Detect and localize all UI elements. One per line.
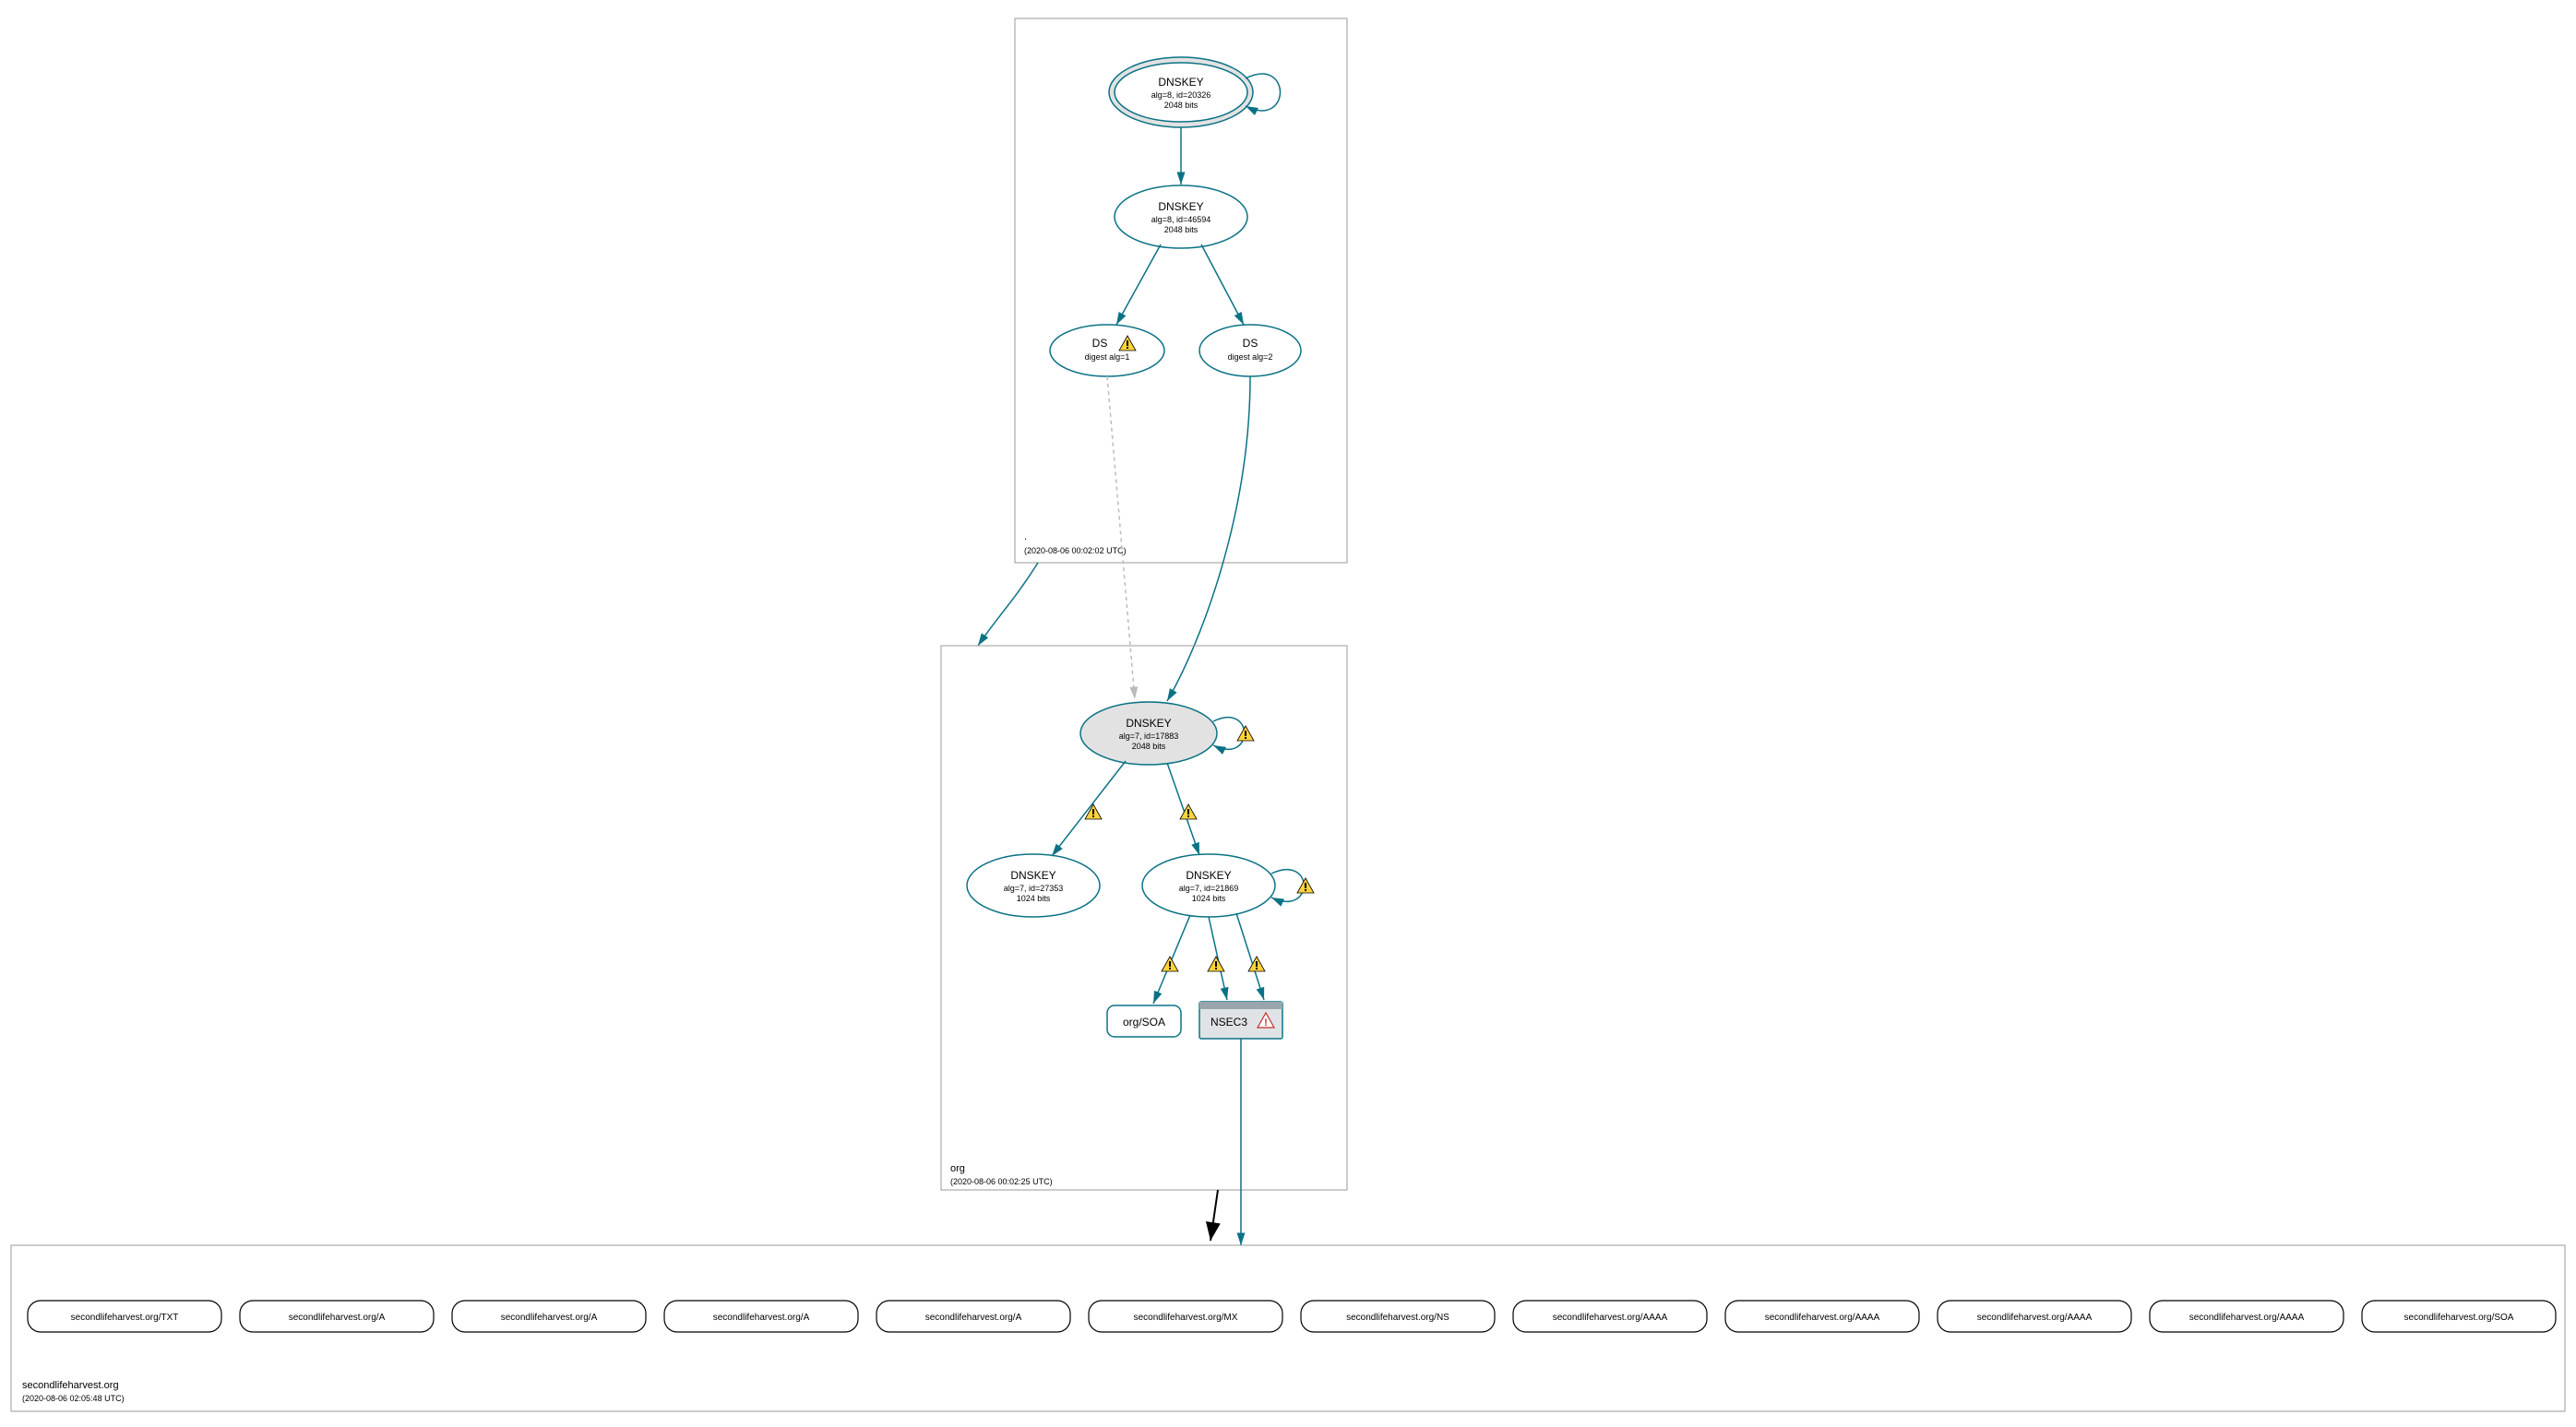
node-org-ksk: DNSKEY alg=7, id=17883 2048 bits [1080, 702, 1217, 765]
warning-icon [1297, 878, 1314, 893]
zone-root-name: . [1024, 531, 1027, 542]
svg-text:NSEC3: NSEC3 [1210, 1016, 1247, 1029]
svg-text:secondlifeharvest.org/AAAA: secondlifeharvest.org/AAAA [2189, 1313, 2305, 1323]
svg-text:2048 bits: 2048 bits [1132, 742, 1166, 751]
leaf-1: secondlifeharvest.org/A [240, 1301, 434, 1332]
svg-text:alg=8, id=46594: alg=8, id=46594 [1151, 215, 1211, 224]
edge-org-ksk-self [1213, 718, 1245, 750]
svg-text:1024 bits: 1024 bits [1017, 894, 1051, 903]
node-org-zsk-a: DNSKEY alg=7, id=27353 1024 bits [967, 854, 1100, 917]
leaf-0: secondlifeharvest.org/TXT [28, 1301, 221, 1332]
leaf-10: secondlifeharvest.org/AAAA [2150, 1301, 2343, 1332]
node-ds2: DS digest alg=2 [1199, 325, 1301, 376]
svg-text:DNSKEY: DNSKEY [1186, 869, 1231, 882]
edge-zskb-nsec3-2 [1236, 913, 1264, 1000]
edge-org-to-slh-black [1210, 1190, 1218, 1241]
edge-root-to-org [978, 563, 1038, 646]
svg-text:secondlifeharvest.org/AAAA: secondlifeharvest.org/AAAA [1765, 1313, 1880, 1323]
leaf-2: secondlifeharvest.org/A [452, 1301, 646, 1332]
svg-text:2048 bits: 2048 bits [1164, 101, 1199, 110]
leaf-8: secondlifeharvest.org/AAAA [1725, 1301, 1919, 1332]
edge-zsk-ds1 [1116, 244, 1161, 325]
svg-text:org/SOA: org/SOA [1123, 1016, 1165, 1029]
svg-text:secondlifeharvest.org/A: secondlifeharvest.org/A [713, 1313, 810, 1323]
svg-text:DS: DS [1243, 337, 1258, 350]
svg-text:alg=8, id=20326: alg=8, id=20326 [1151, 90, 1211, 100]
svg-text:secondlifeharvest.org/NS: secondlifeharvest.org/NS [1346, 1313, 1449, 1323]
svg-text:alg=7, id=21869: alg=7, id=21869 [1179, 884, 1239, 893]
node-ds1: DS digest alg=1 [1050, 325, 1164, 376]
leaf-9: secondlifeharvest.org/AAAA [1938, 1301, 2131, 1332]
svg-text:secondlifeharvest.org/AAAA: secondlifeharvest.org/AAAA [1977, 1313, 2093, 1323]
svg-text:secondlifeharvest.org/MX: secondlifeharvest.org/MX [1134, 1313, 1238, 1323]
node-root-zsk: DNSKEY alg=8, id=46594 2048 bits [1115, 185, 1247, 248]
leaf-4: secondlifeharvest.org/A [877, 1301, 1070, 1332]
edge-zsk-ds2 [1201, 244, 1244, 325]
svg-text:1024 bits: 1024 bits [1192, 894, 1226, 903]
leaf-row: secondlifeharvest.org/TXT secondlifeharv… [28, 1301, 2556, 1332]
warning-icon [1162, 957, 1178, 971]
zone-slh-ts: (2020-08-06 02:05:48 UTC) [22, 1394, 125, 1403]
edge-ds1-orgksk [1107, 376, 1135, 699]
leaf-11: secondlifeharvest.org/SOA [2362, 1301, 2556, 1332]
svg-text:DNSKEY: DNSKEY [1126, 717, 1171, 730]
zone-org-name: org [950, 1163, 965, 1174]
node-nsec3: NSEC3 [1199, 1002, 1282, 1039]
zone-slh-name: secondlifeharvest.org [22, 1380, 119, 1391]
leaf-3: secondlifeharvest.org/A [664, 1301, 858, 1332]
svg-text:alg=7, id=17883: alg=7, id=17883 [1119, 731, 1179, 741]
leaf-6: secondlifeharvest.org/NS [1301, 1301, 1495, 1332]
svg-text:secondlifeharvest.org/AAAA: secondlifeharvest.org/AAAA [1553, 1313, 1668, 1323]
dnssec-graph: ! . (2020-08-06 00:02:02 UTC) DNSKEY alg… [0, 0, 2576, 1427]
svg-text:2048 bits: 2048 bits [1164, 225, 1199, 234]
svg-text:secondlifeharvest.org/A: secondlifeharvest.org/A [501, 1313, 598, 1323]
node-org-soa: org/SOA [1107, 1005, 1181, 1037]
warning-icon [1208, 957, 1224, 971]
svg-text:secondlifeharvest.org/A: secondlifeharvest.org/A [925, 1313, 1022, 1323]
node-root-ksk: DNSKEY alg=8, id=20326 2048 bits [1109, 57, 1253, 127]
node-org-zsk-b: DNSKEY alg=7, id=21869 1024 bits [1142, 854, 1275, 917]
svg-text:secondlifeharvest.org/TXT: secondlifeharvest.org/TXT [71, 1313, 179, 1323]
svg-text:DNSKEY: DNSKEY [1158, 76, 1203, 89]
svg-text:digest alg=2: digest alg=2 [1228, 352, 1273, 362]
zone-org-ts: (2020-08-06 00:02:25 UTC) [950, 1177, 1053, 1186]
edge-zskb-nsec3-1 [1209, 917, 1227, 1000]
edge-org-zskb-self [1271, 870, 1304, 902]
edge-orgksk-zskb [1167, 763, 1199, 855]
edge-ds2-orgksk [1167, 376, 1250, 701]
edge-orgksk-zska [1052, 761, 1126, 856]
svg-text:digest alg=1: digest alg=1 [1085, 352, 1130, 362]
svg-text:secondlifeharvest.org/SOA: secondlifeharvest.org/SOA [2404, 1313, 2514, 1323]
warning-icon [1085, 804, 1102, 819]
leaf-5: secondlifeharvest.org/MX [1089, 1301, 1282, 1332]
svg-text:alg=7, id=27353: alg=7, id=27353 [1004, 884, 1064, 893]
svg-text:DNSKEY: DNSKEY [1010, 869, 1055, 882]
warning-icon [1237, 726, 1254, 741]
leaf-7: secondlifeharvest.org/AAAA [1513, 1301, 1707, 1332]
svg-text:DS: DS [1092, 337, 1108, 350]
svg-text:DNSKEY: DNSKEY [1158, 200, 1203, 213]
zone-root-ts: (2020-08-06 00:02:02 UTC) [1024, 546, 1127, 555]
svg-text:secondlifeharvest.org/A: secondlifeharvest.org/A [289, 1313, 386, 1323]
